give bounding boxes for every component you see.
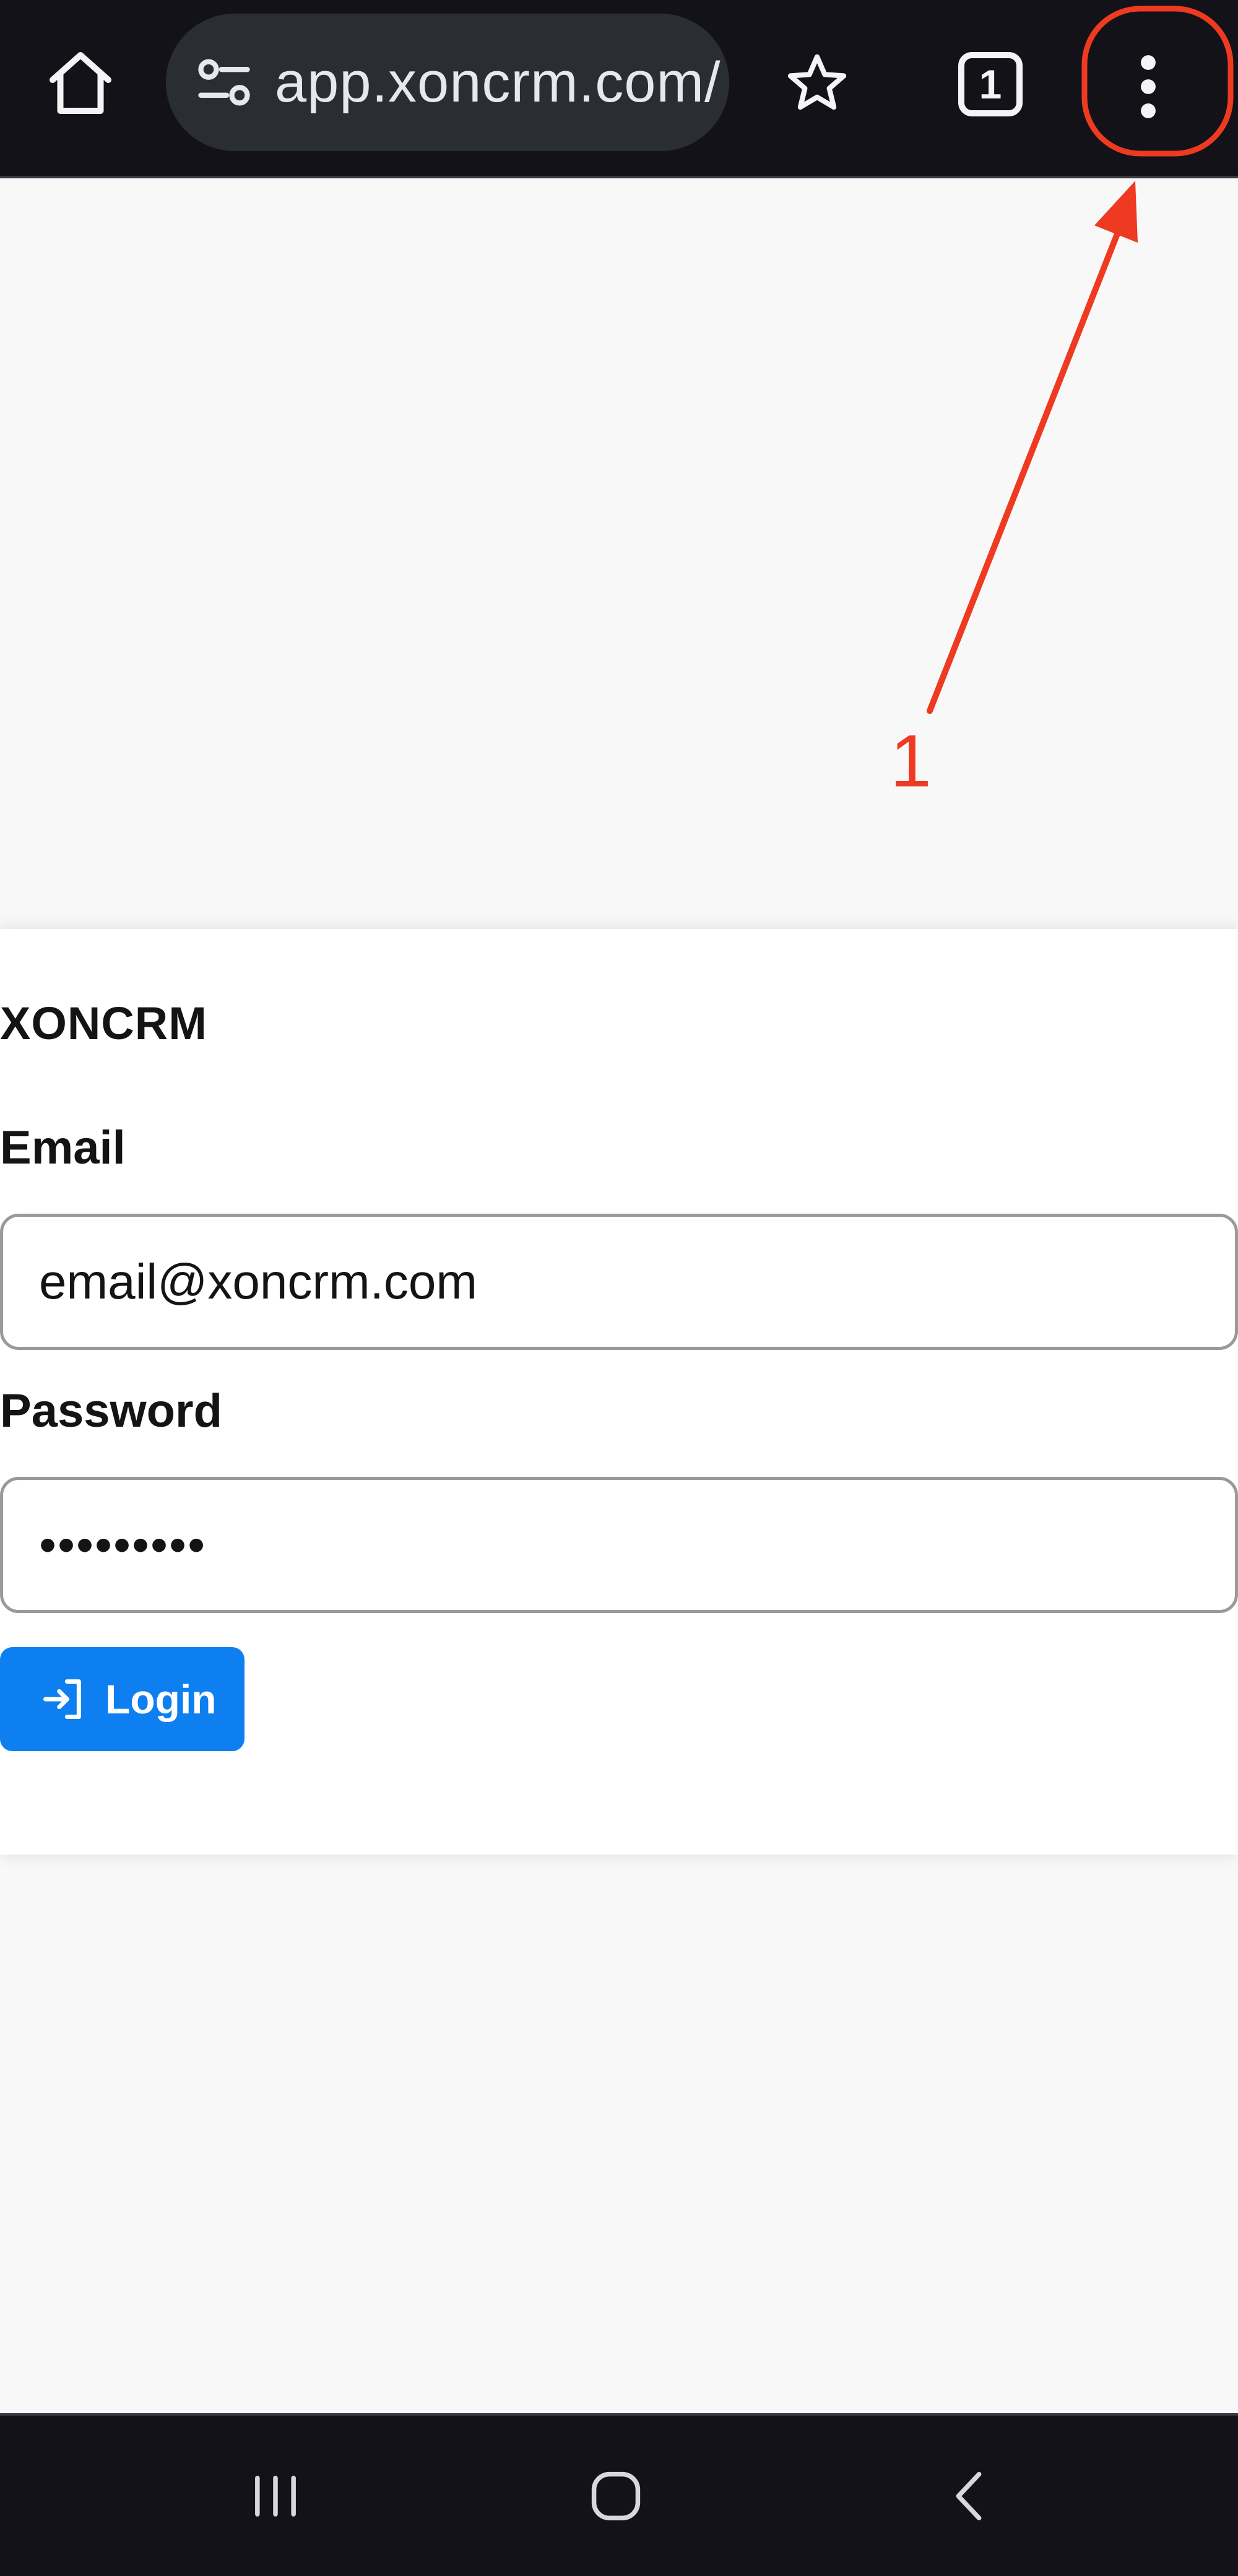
brand-title: XONCRM <box>0 998 207 1049</box>
back-chevron-icon <box>956 2471 982 2521</box>
login-button[interactable]: Login <box>0 1647 245 1751</box>
star-icon <box>787 54 847 110</box>
bookmark-button[interactable] <box>774 40 860 126</box>
screen: app.xoncrm.com/ 1 1 XONCRM Email email@x… <box>0 0 1238 2576</box>
browser-toolbar: app.xoncrm.com/ 1 <box>0 0 1238 178</box>
home-icon <box>50 52 111 114</box>
system-back-button[interactable] <box>928 2453 1009 2539</box>
email-field[interactable]: email@xoncrm.com <box>0 1214 1238 1350</box>
system-nav-bar <box>0 2413 1238 2576</box>
browser-menu-button[interactable] <box>1077 25 1219 149</box>
annotation-arrow-head <box>1094 181 1138 243</box>
home-circle-icon <box>591 2471 641 2521</box>
login-icon <box>43 1679 81 1719</box>
system-home-button[interactable] <box>576 2453 656 2539</box>
browser-home-button[interactable] <box>37 40 124 126</box>
login-card: XONCRM Email email@xoncrm.com Password •… <box>0 929 1238 1855</box>
login-button-label: Login <box>105 1676 217 1722</box>
password-value: ••••••••• <box>39 1517 207 1572</box>
tune-icon[interactable] <box>193 51 255 113</box>
annotation-step-number: 1 <box>890 720 932 803</box>
email-value: email@xoncrm.com <box>39 1254 478 1309</box>
address-bar[interactable]: app.xoncrm.com/ <box>166 14 729 151</box>
email-label: Email <box>0 1121 126 1174</box>
recents-icon <box>255 2476 296 2517</box>
password-field[interactable]: ••••••••• <box>0 1477 1238 1613</box>
annotation-arrow-line <box>927 226 1122 714</box>
recents-button[interactable] <box>235 2453 316 2539</box>
password-label: Password <box>0 1385 223 1437</box>
more-vert-icon <box>1141 55 1156 118</box>
tab-count-badge[interactable]: 1 <box>958 52 1023 116</box>
url-text: app.xoncrm.com/ <box>275 50 721 114</box>
